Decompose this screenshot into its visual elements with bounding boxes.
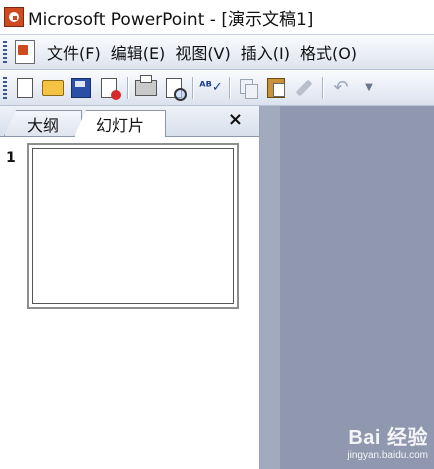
toolbar-separator xyxy=(229,76,230,99)
copy-icon xyxy=(240,78,258,99)
permission-button[interactable] xyxy=(97,76,121,100)
print-preview-icon xyxy=(166,77,187,101)
menubar-grip-handle[interactable] xyxy=(3,41,7,63)
copy-button[interactable] xyxy=(236,76,260,100)
permission-icon xyxy=(101,77,121,100)
menu-edit[interactable]: 编辑(E) xyxy=(109,40,174,64)
menu-view[interactable]: 视图(V) xyxy=(173,40,238,64)
print-button[interactable] xyxy=(134,74,158,100)
menu-file[interactable]: 文件(F) xyxy=(45,40,109,64)
slide-thumbnail[interactable] xyxy=(27,143,239,309)
watermark-url: jingyan.baidu.com xyxy=(347,450,428,461)
slide-number: 1 xyxy=(6,150,16,166)
new-icon xyxy=(17,77,33,98)
tab-slides[interactable]: 幻灯片 xyxy=(74,110,166,137)
paste-icon xyxy=(267,77,285,98)
outline-slides-pane: 大纲 幻灯片 × 1 xyxy=(0,106,260,469)
standard-toolbar: ᴬᴮ✓ ↶ ▼ xyxy=(0,70,434,106)
paste-button[interactable] xyxy=(264,76,288,100)
title-bar: Microsoft PowerPoint - [演示文稿1] xyxy=(0,0,434,34)
open-button[interactable] xyxy=(41,76,65,100)
watermark-logo-text: Bai 经验 xyxy=(348,427,428,449)
menu-format[interactable]: 格式(O) xyxy=(298,40,365,64)
dropdown-icon: ▼ xyxy=(365,82,373,93)
tab-outline[interactable]: 大纲 xyxy=(4,110,82,136)
window-title: Microsoft PowerPoint - [演示文稿1] xyxy=(28,9,314,30)
document-icon[interactable] xyxy=(11,39,37,65)
slide-editing-workspace[interactable]: Bai 经验 jingyan.baidu.com xyxy=(260,106,434,469)
save-button[interactable] xyxy=(69,76,93,100)
spelling-icon: ᴬᴮ✓ xyxy=(199,80,223,95)
baidu-watermark: Bai 经验 jingyan.baidu.com xyxy=(347,421,428,461)
menu-bar: 文件(F) 编辑(E) 视图(V) 插入(I) 格式(O) xyxy=(0,34,434,70)
powerpoint-app-icon[interactable] xyxy=(4,7,24,27)
save-icon xyxy=(71,77,91,98)
format-painter-button[interactable] xyxy=(292,76,316,100)
toolbar-separator xyxy=(192,76,193,99)
close-icon[interactable]: × xyxy=(228,109,243,130)
pane-tab-strip: 大纲 幻灯片 × xyxy=(0,106,259,137)
print-preview-button[interactable] xyxy=(162,76,187,101)
undo-icon: ↶ xyxy=(333,77,349,98)
toolbar-grip-handle[interactable] xyxy=(3,76,7,99)
menu-insert[interactable]: 插入(I) xyxy=(239,40,298,64)
format-painter-icon xyxy=(295,79,313,96)
open-icon xyxy=(42,79,64,96)
workspace-splitter[interactable] xyxy=(260,106,280,469)
toolbar-separator xyxy=(127,76,128,99)
new-button[interactable] xyxy=(13,76,37,100)
spelling-button[interactable]: ᴬᴮ✓ xyxy=(199,76,223,100)
print-icon xyxy=(135,74,157,96)
undo-button[interactable]: ↶ xyxy=(329,76,353,100)
toolbar-separator xyxy=(322,76,323,99)
undo-dropdown-button[interactable]: ▼ xyxy=(357,76,381,100)
